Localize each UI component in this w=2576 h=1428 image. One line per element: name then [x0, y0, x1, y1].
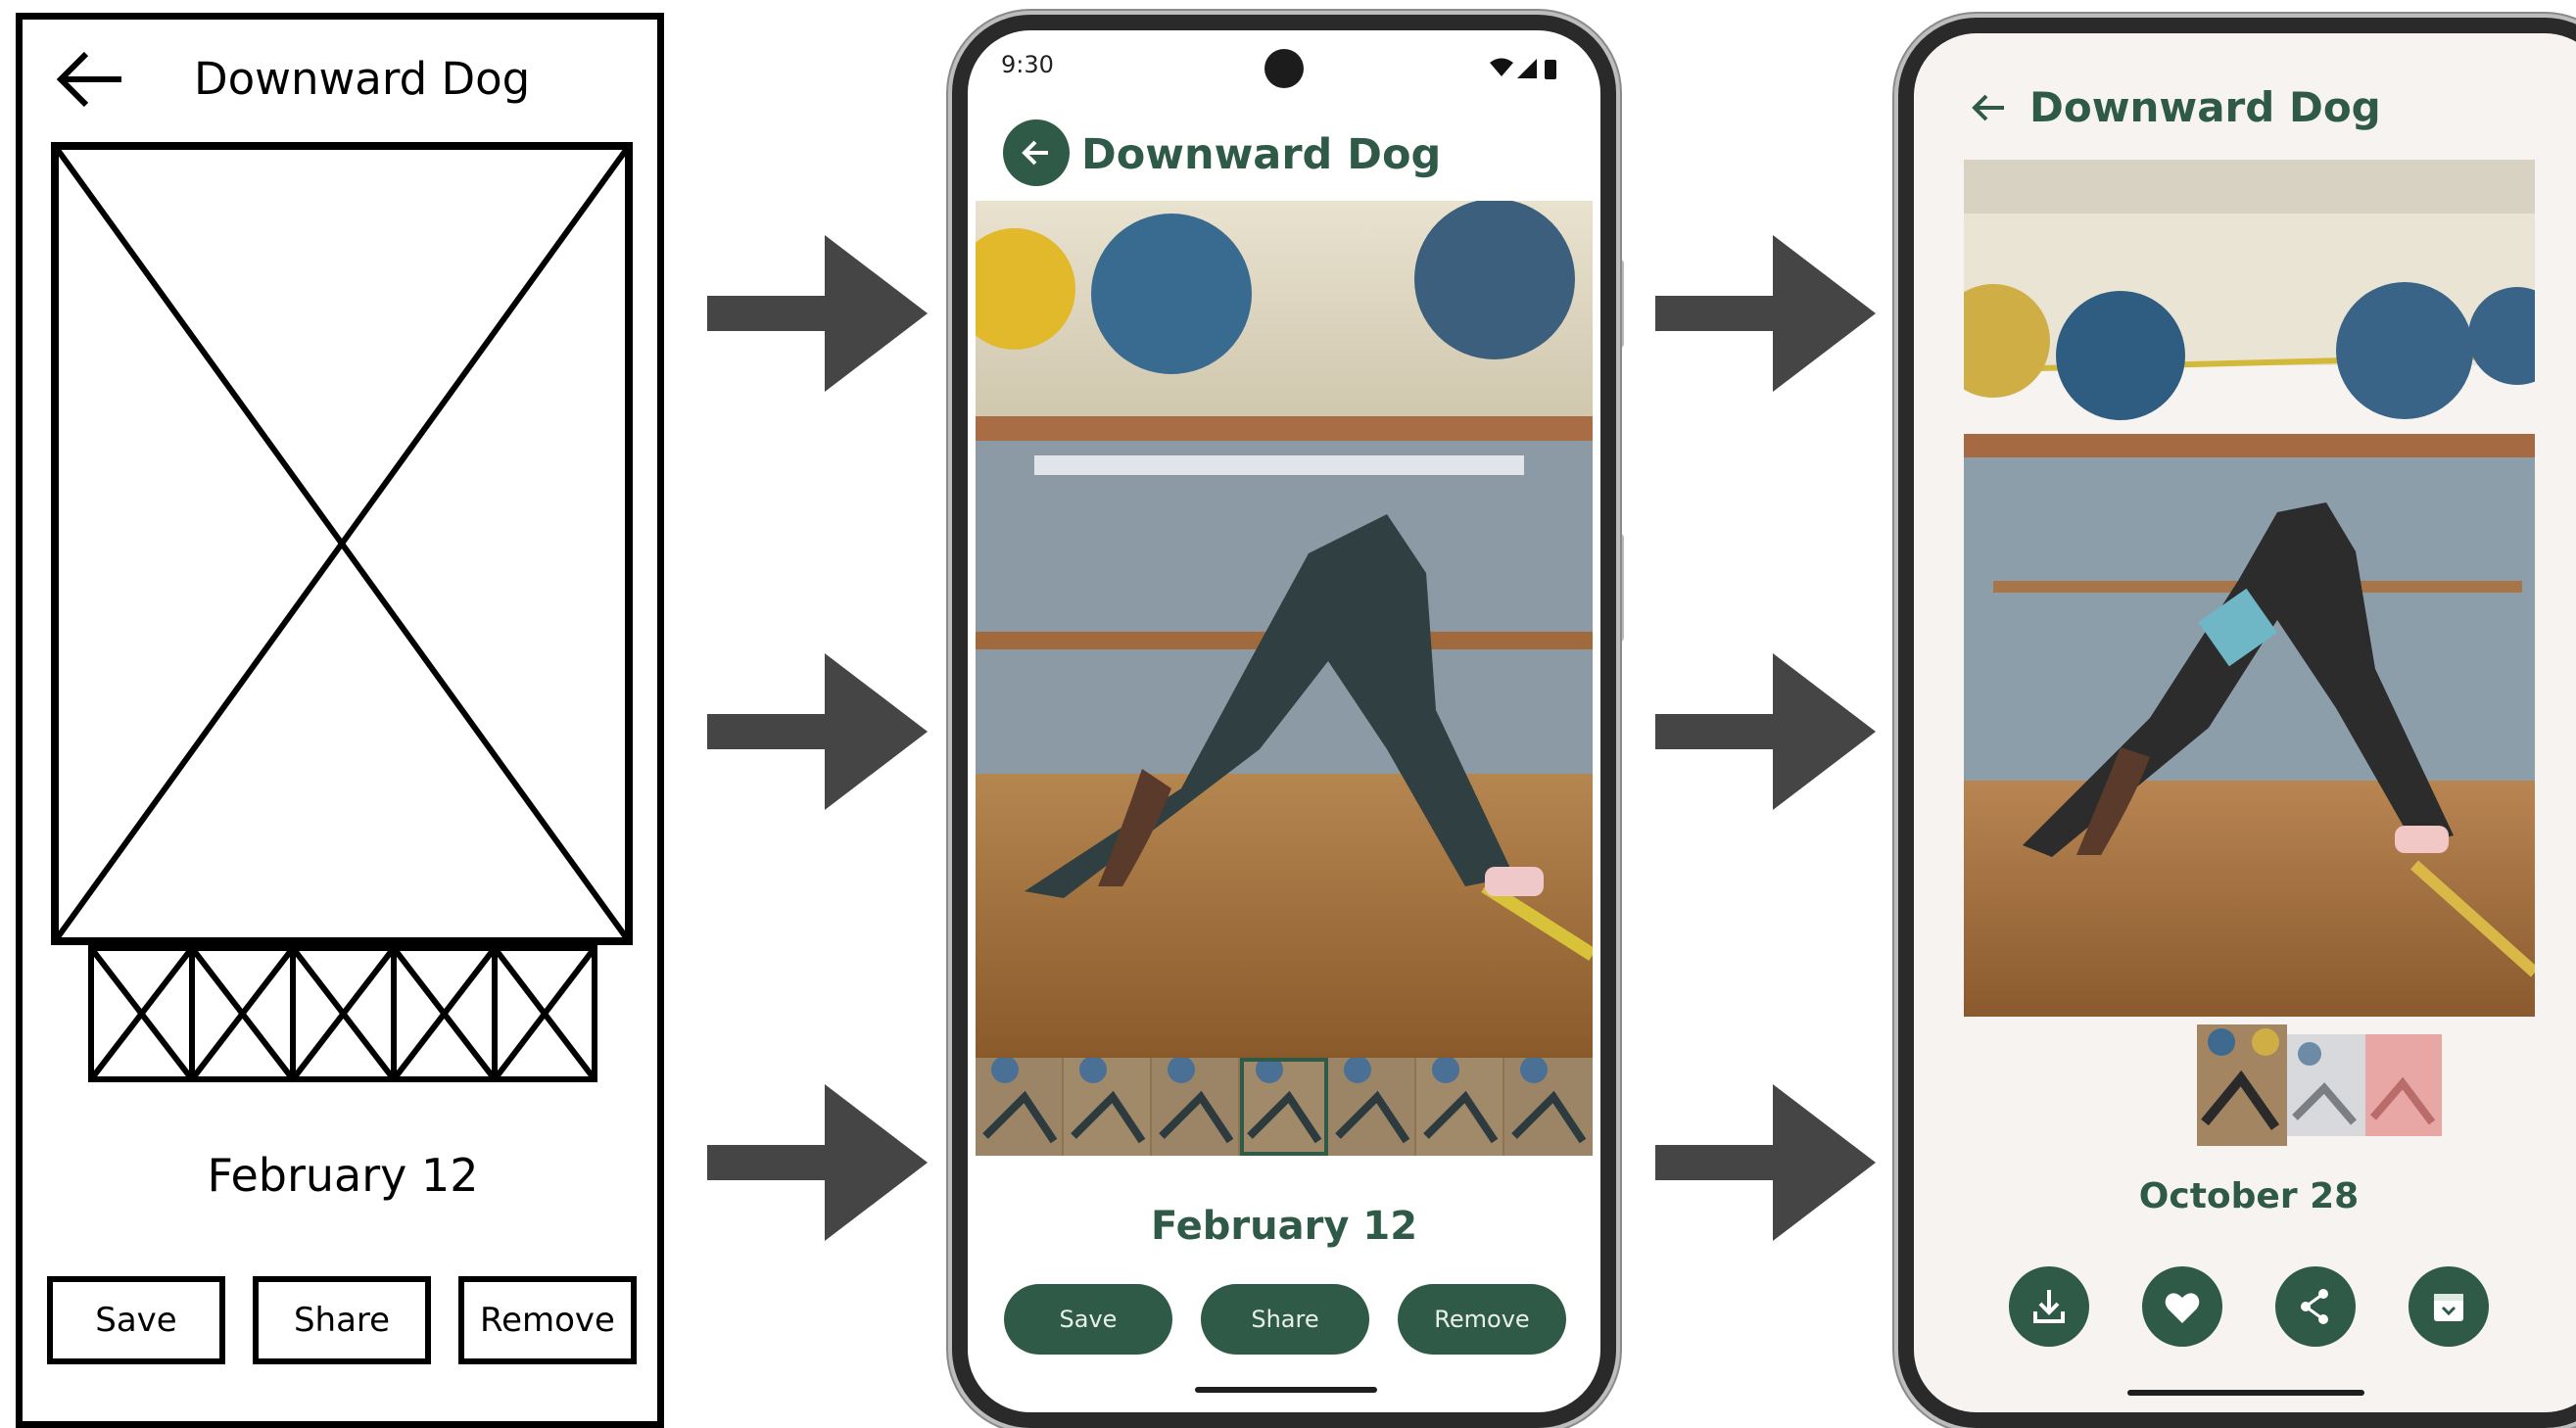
- back-arrow-icon[interactable]: [1969, 86, 2008, 129]
- back-arrow-icon: [1022, 140, 1048, 166]
- image-placeholder: [51, 142, 633, 945]
- status-time: 9:30: [1001, 51, 1054, 78]
- arrow-right-icon: [707, 235, 928, 392]
- thumbnail-strip[interactable]: [976, 1056, 1593, 1156]
- archive-icon: [2434, 1294, 2463, 1321]
- home-indicator: [2127, 1390, 2364, 1396]
- wireframe-date: February 12: [207, 1149, 479, 1202]
- save-button[interactable]: Save: [47, 1276, 225, 1364]
- heart-icon: [2165, 1293, 2200, 1323]
- home-indicator: [1195, 1387, 1377, 1393]
- share-button[interactable]: [2275, 1266, 2356, 1347]
- share-button[interactable]: Share: [1201, 1284, 1369, 1355]
- yoga-photo: [976, 201, 1593, 1058]
- remove-button[interactable]: Remove: [458, 1276, 637, 1364]
- thumbnail-strip[interactable]: [2197, 1024, 2442, 1146]
- arrow-right-icon: [1655, 235, 1876, 392]
- status-icons: [1490, 58, 1556, 79]
- arrow-right-icon: [1655, 1084, 1876, 1241]
- back-button[interactable]: [1003, 119, 1070, 186]
- photo-date: February 12: [1150, 1204, 1418, 1249]
- page-title: Downward Dog: [1081, 130, 1442, 179]
- battery-icon: [1545, 60, 1556, 79]
- arrow-right-icon: [1655, 653, 1876, 810]
- wifi-icon: [1490, 58, 1513, 76]
- download-button[interactable]: [2009, 1266, 2089, 1347]
- favorite-button[interactable]: [2142, 1266, 2222, 1347]
- download-icon: [2033, 1290, 2065, 1323]
- arrow-right-icon: [707, 1084, 928, 1241]
- front-camera: [1264, 49, 1304, 88]
- share-button[interactable]: Share: [253, 1276, 431, 1364]
- save-button[interactable]: Save: [1004, 1284, 1172, 1355]
- back-arrow-icon[interactable]: [49, 45, 127, 114]
- thumbnail-strip-placeholder: [88, 945, 597, 1082]
- arrow-right-icon: [707, 653, 928, 810]
- signal-icon: [1517, 59, 1537, 78]
- page-title: Downward Dog: [2029, 83, 2381, 131]
- wireframe-title: Downward Dog: [194, 53, 531, 105]
- yoga-photo: [1964, 160, 2535, 1017]
- photo-date: October 28: [2138, 1176, 2360, 1216]
- remove-button[interactable]: Remove: [1398, 1284, 1566, 1355]
- archive-button[interactable]: [2409, 1266, 2489, 1347]
- share-icon: [2301, 1289, 2328, 1324]
